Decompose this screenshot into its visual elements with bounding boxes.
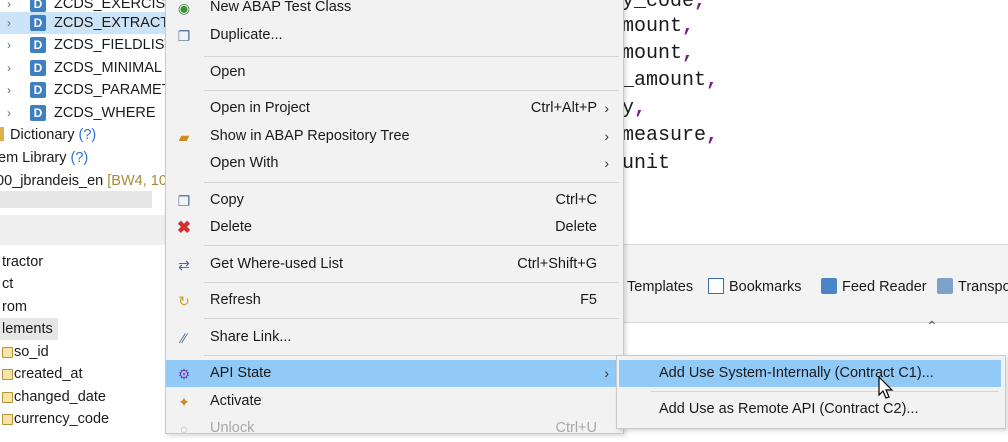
code-line: y, — [622, 97, 647, 120]
tree-item-label: ZCDS_WHERE — [54, 105, 156, 121]
outline-field[interactable]: so_id — [0, 341, 170, 363]
ddl-source-icon: D — [30, 105, 46, 121]
activate-icon: ✦ — [178, 394, 190, 410]
code-comma: , — [706, 69, 719, 92]
menu-item-open-with[interactable]: Open With › — [166, 150, 623, 177]
view-divider — [0, 215, 175, 245]
code-line: mount, — [622, 42, 695, 65]
tree-item-library[interactable]: em Library (?) — [0, 147, 88, 169]
where-used-icon: ⇄ — [178, 257, 190, 273]
code-comma: , — [706, 124, 719, 147]
code-line: measure, — [622, 124, 719, 147]
menu-item-duplicate[interactable]: ❐ Duplicate... — [166, 22, 623, 49]
menu-item-delete[interactable]: ✖ Delete Delete — [166, 214, 623, 241]
outline-field[interactable]: currency_code — [0, 408, 170, 427]
share-link-icon: ∕∕ — [181, 330, 187, 346]
outline-item[interactable]: ct — [2, 273, 13, 295]
code-comma: , — [682, 15, 695, 38]
menu-item-open-in-project[interactable]: Open in Project Ctrl+Alt+P › — [166, 95, 623, 122]
new-test-class-icon: ◉ — [177, 0, 191, 16]
menu-separator — [204, 182, 619, 183]
code-comma: , — [694, 0, 707, 13]
field-icon — [2, 347, 13, 358]
tree-item[interactable]: › D ZCDS_MINIMAL — [0, 57, 175, 79]
chevron-right-icon: › — [604, 155, 609, 171]
outline-field[interactable]: changed_date — [0, 386, 170, 408]
unlock-icon: ○ — [179, 421, 189, 437]
chevron-up-icon[interactable]: ⌃ — [926, 318, 938, 335]
chevron-right-icon[interactable]: › — [7, 79, 11, 101]
duplicate-icon: ❐ — [177, 28, 191, 44]
context-menu: ◉ New ABAP Test Class ❐ Duplicate... Ope… — [165, 0, 624, 437]
bookmarks-icon — [708, 278, 724, 294]
field-icon — [2, 414, 13, 425]
tree-item-dictionary[interactable]: Dictionary (?) — [0, 124, 96, 146]
outline-view: tractor ct rom lements so_id created_at … — [0, 250, 170, 427]
tab-feed-reader[interactable]: Feed Reader — [821, 276, 927, 298]
mouse-pointer-icon — [878, 376, 894, 399]
repository-tree-icon: ▰ — [178, 129, 190, 145]
menu-item-share-link[interactable]: ∕∕ Share Link... — [166, 324, 623, 351]
menu-separator — [204, 90, 619, 91]
menu-item-get-where-used-list[interactable]: ⇄ Get Where-used List Ctrl+Shift+G — [166, 251, 623, 278]
refresh-icon: ↻ — [178, 293, 190, 309]
outline-item-selected[interactable]: lements — [0, 318, 58, 340]
menu-item-open[interactable]: Open — [166, 59, 623, 86]
chevron-right-icon[interactable]: › — [7, 57, 11, 79]
menu-separator — [204, 355, 619, 356]
tree-item[interactable]: › D ZCDS_WHERE T — [0, 102, 175, 124]
code-comma: , — [634, 97, 647, 120]
transport-icon — [937, 278, 953, 294]
ddl-source-icon: D — [30, 60, 46, 76]
menu-item-add-use-as-remote-api[interactable]: Add Use as Remote API (Contract C2)... — [619, 396, 1001, 423]
tree-item[interactable]: › D ZCDS_PARAMET — [0, 79, 175, 101]
code-comma: , — [682, 42, 695, 65]
outline-item[interactable]: tractor — [2, 251, 43, 273]
code-line: _amount, — [622, 69, 719, 92]
tree-item[interactable]: › D ZCDS_FIELDLIST — [0, 34, 175, 56]
menu-item-copy[interactable]: ❐ Copy Ctrl+C — [166, 187, 623, 214]
chevron-right-icon[interactable]: › — [7, 102, 11, 124]
chevron-right-icon: › — [604, 128, 609, 144]
tab-templates[interactable]: Templates — [627, 276, 693, 298]
menu-item-show-in-repository-tree[interactable]: ▰ Show in ABAP Repository Tree › — [166, 123, 623, 150]
menu-item-add-use-system-internally[interactable]: Add Use System-Internally (Contract C1).… — [619, 360, 1001, 387]
delete-icon: ✖ — [176, 218, 192, 237]
project-explorer: › D ZCDS_EXERCISE_ › D ZCDS_EXTRACTO › D… — [0, 0, 175, 215]
code-line: unit — [622, 152, 671, 175]
ddl-source-icon: D — [30, 82, 46, 98]
api-state-submenu: Add Use System-Internally (Contract C1).… — [616, 355, 1006, 429]
tab-bookmarks[interactable]: Bookmarks — [708, 276, 802, 298]
horizontal-scrollbar[interactable] — [0, 191, 152, 208]
tab-transport[interactable]: Transpo — [937, 276, 1008, 298]
tree-item-selected[interactable]: › D ZCDS_EXTRACTO — [0, 12, 175, 34]
chevron-right-icon[interactable]: › — [7, 34, 11, 56]
tree-item-package[interactable]: 00_jbrandeis_en [BW4, 10 — [0, 170, 167, 192]
menu-item-new-abap-test-class[interactable]: ◉ New ABAP Test Class — [166, 0, 623, 21]
field-icon — [2, 369, 13, 380]
menu-item-unlock[interactable]: ○ Unlock Ctrl+U — [166, 415, 623, 442]
ddl-source-icon: D — [30, 0, 46, 12]
chevron-right-icon[interactable]: › — [7, 12, 11, 34]
field-icon — [2, 392, 13, 403]
menu-separator — [204, 56, 619, 57]
code-line: mount, — [622, 15, 695, 38]
chevron-right-icon: › — [604, 100, 609, 116]
menu-separator — [651, 391, 999, 392]
menu-separator — [204, 318, 619, 319]
chevron-right-icon: › — [604, 365, 609, 381]
folder-icon — [0, 127, 4, 141]
copy-icon: ❐ — [177, 193, 191, 209]
menu-item-activate[interactable]: ✦ Activate — [166, 388, 623, 415]
menu-separator — [204, 245, 619, 246]
ddl-source-icon: D — [30, 37, 46, 53]
menu-separator — [204, 282, 619, 283]
menu-item-api-state[interactable]: ⚙ API State › — [166, 360, 623, 387]
outline-item[interactable]: rom — [2, 296, 27, 318]
api-state-icon: ⚙ — [177, 366, 191, 382]
menu-item-refresh[interactable]: ↻ Refresh F5 — [166, 287, 623, 314]
feed-reader-icon — [821, 278, 837, 294]
outline-field[interactable]: created_at — [0, 363, 170, 385]
ddl-source-icon: D — [30, 15, 46, 31]
